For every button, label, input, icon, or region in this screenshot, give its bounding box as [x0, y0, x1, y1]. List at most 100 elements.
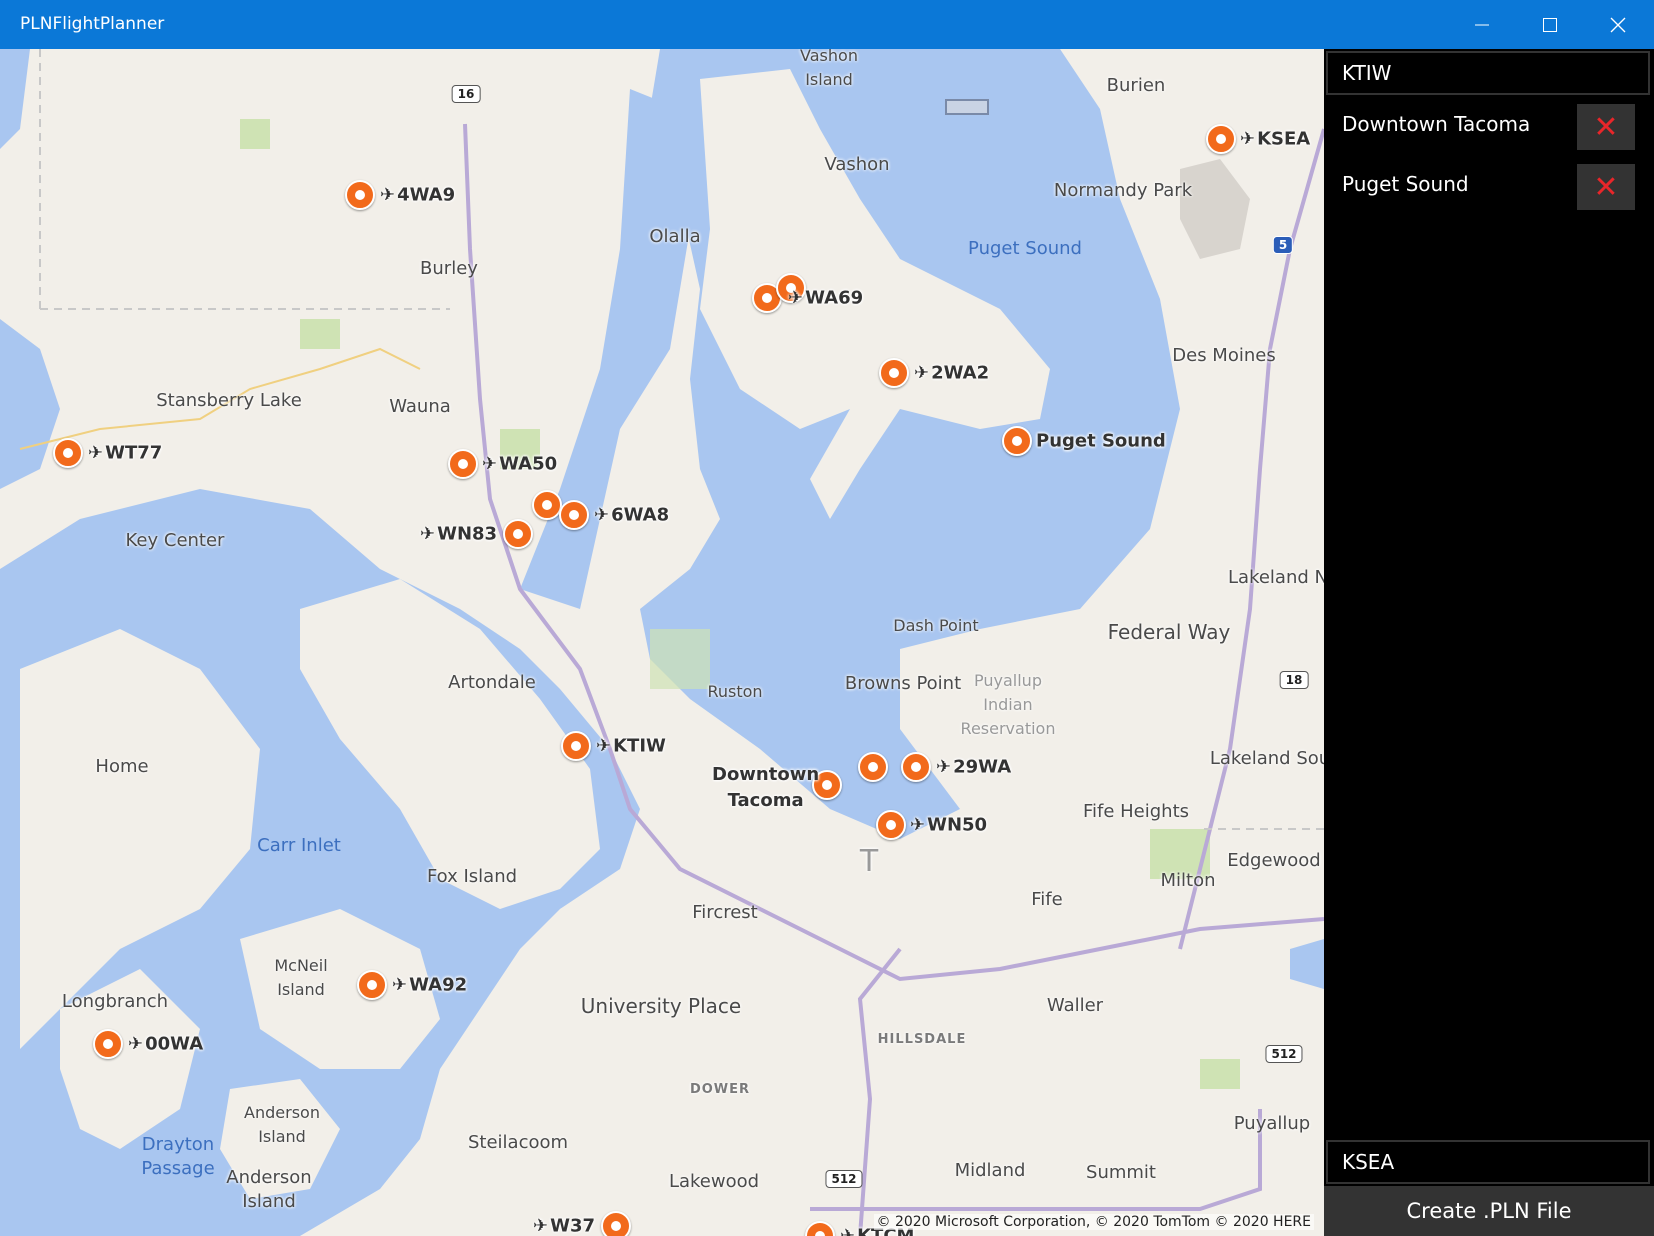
waypoint-pin[interactable] [1002, 426, 1032, 456]
airport-label: ✈ KSEA [1240, 128, 1311, 150]
minimize-button[interactable] [1448, 0, 1516, 49]
window-title: PLNFlightPlanner [20, 14, 165, 34]
airport-label: ✈ WN50 [910, 814, 988, 836]
airport-label: ✈ WT77 [88, 442, 163, 464]
airport-pin[interactable] [561, 731, 591, 761]
place-label: DOWER [689, 1082, 751, 1097]
place-label: Ruston [707, 682, 763, 701]
delete-waypoint-button[interactable]: ✕ [1577, 164, 1635, 210]
delete-x-icon: ✕ [1593, 169, 1619, 205]
airport-pin[interactable] [601, 1211, 631, 1236]
airport-label: ✈ 29WA [936, 756, 1012, 778]
minimize-icon [1475, 24, 1489, 25]
airplane-icon: ✈ [533, 1215, 549, 1236]
place-label: Fox Island [426, 866, 518, 887]
place-label: Puyallup Indian Reservation [960, 671, 1056, 738]
destination-input[interactable]: KSEA [1326, 1140, 1650, 1184]
airport-pin[interactable] [345, 180, 375, 210]
airport-pin[interactable] [503, 519, 533, 549]
place-label: Carr Inlet [257, 835, 341, 856]
place-label: Stansberry Lake [156, 390, 302, 411]
highway-shield: 512 [1265, 1045, 1303, 1063]
map-copyright: © 2020 Microsoft Corporation, © 2020 Tom… [873, 1214, 1314, 1230]
airplane-icon: ✈ [910, 814, 926, 836]
place-label: Lakeland N [1228, 567, 1324, 588]
airport-pin[interactable] [876, 810, 906, 840]
place-label: Burien [1106, 75, 1166, 96]
place-label: Federal Way [1107, 620, 1231, 644]
airport-label: ✈ WN83 [420, 523, 498, 545]
airport-pin[interactable] [53, 438, 83, 468]
airport-label: ✈ 2WA2 [914, 362, 990, 384]
create-pln-button[interactable]: Create .PLN File [1324, 1186, 1654, 1236]
place-label: Drayton Passage [141, 1134, 215, 1179]
airport-label: ✈ WA69 [788, 287, 864, 309]
airplane-icon: ✈ [392, 974, 408, 996]
airplane-icon: ✈ [420, 523, 436, 545]
airplane-icon: ✈ [594, 504, 610, 526]
airport-pin[interactable] [559, 500, 589, 530]
waypoint-row: Puget Sound ✕ [1324, 164, 1654, 210]
waypoint-name: Downtown Tacoma [1342, 112, 1531, 136]
route-panel: KTIW Downtown Tacoma ✕ Puget Sound ✕ KSE… [1324, 49, 1654, 1236]
place-label: Burley [420, 258, 478, 279]
airplane-icon: ✈ [788, 287, 804, 309]
place-label: Anderson Island [226, 1167, 312, 1212]
airplane-icon: ✈ [128, 1033, 144, 1055]
airport-label: ✈ 00WA [128, 1033, 204, 1055]
place-label: Fife Heights [1082, 801, 1190, 822]
airport-pin[interactable] [1206, 124, 1236, 154]
place-label: Browns Point [844, 673, 962, 694]
delete-waypoint-button[interactable]: ✕ [1577, 104, 1635, 150]
map-view[interactable]: Vashon Island Burien Vashon Normandy Par… [0, 49, 1324, 1236]
airport-pin[interactable] [93, 1029, 123, 1059]
maximize-icon [1543, 17, 1557, 32]
place-label: Milton [1160, 870, 1216, 891]
airport-label: ✈ KTIW [596, 735, 666, 757]
waypoint-row: Downtown Tacoma ✕ [1324, 104, 1654, 150]
highway-shield: 18 [1279, 671, 1309, 689]
place-label: Dash Point [893, 616, 979, 635]
waypoint-label: Downtown Tacoma [712, 764, 820, 811]
airport-label: ✈ 6WA8 [594, 504, 670, 526]
highway-shield: 512 [825, 1170, 863, 1188]
place-label: T [859, 844, 879, 879]
place-label: Edgewood [1227, 850, 1321, 871]
place-label: Longbranch [61, 991, 169, 1012]
airplane-icon: ✈ [596, 735, 612, 757]
place-label: Home [95, 756, 149, 777]
close-button[interactable] [1584, 0, 1652, 49]
delete-x-icon: ✕ [1593, 109, 1619, 145]
place-label: Artondale [448, 672, 536, 693]
place-label: Fife [1031, 889, 1063, 910]
airplane-icon: ✈ [936, 756, 952, 778]
place-label: Puyallup [1233, 1113, 1311, 1134]
airport-pin[interactable] [901, 752, 931, 782]
maximize-button[interactable] [1516, 0, 1584, 49]
airplane-icon: ✈ [1240, 128, 1256, 150]
airport-pin[interactable] [357, 970, 387, 1000]
airport-pin[interactable] [858, 752, 888, 782]
airplane-icon: ✈ [482, 453, 498, 475]
waypoint-name: Puget Sound [1342, 172, 1469, 196]
airport-pin[interactable] [532, 490, 562, 520]
place-label: Lakewood [668, 1171, 760, 1192]
airplane-icon: ✈ [914, 362, 930, 384]
departure-input[interactable]: KTIW [1326, 51, 1650, 95]
place-label: Steilacoom [467, 1132, 569, 1153]
place-label: Des Moines [1172, 345, 1276, 366]
map-drag-handle[interactable] [945, 99, 989, 115]
waypoint-label: Puget Sound [1036, 430, 1166, 452]
place-label: University Place [580, 994, 742, 1018]
place-label: Vashon [824, 154, 890, 175]
place-label: Midland [954, 1160, 1026, 1181]
airport-label: ✈ W37 [533, 1215, 595, 1236]
place-label: Puget Sound [968, 238, 1082, 259]
airport-pin[interactable] [879, 358, 909, 388]
airport-label: ✈ 4WA9 [380, 184, 456, 206]
place-label: Anderson Island [244, 1103, 320, 1146]
airport-pin[interactable] [448, 449, 478, 479]
place-label: Olalla [649, 226, 701, 247]
place-label: Summit [1086, 1162, 1156, 1183]
place-label: Wauna [389, 396, 451, 417]
